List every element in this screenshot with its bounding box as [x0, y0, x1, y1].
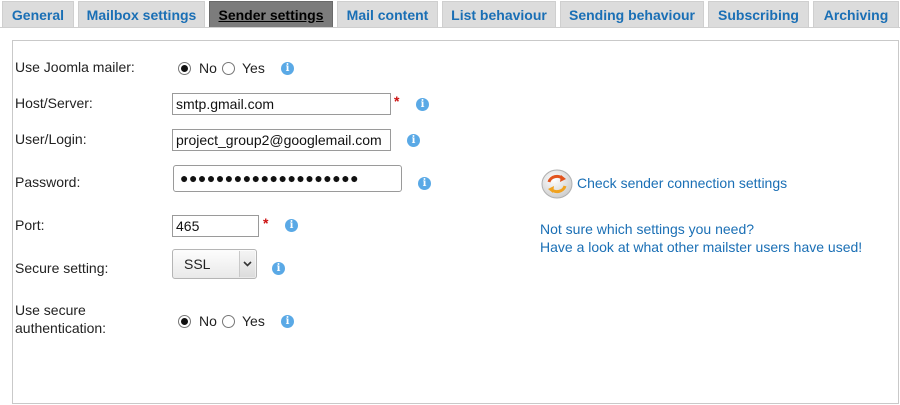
tab-mailbox-settings[interactable]: Mailbox settings [78, 1, 205, 27]
info-icon[interactable]: i [416, 98, 429, 111]
joomla-mailer-yes-radio[interactable] [222, 62, 235, 75]
tab-subscribing[interactable]: Subscribing [708, 1, 809, 27]
info-icon[interactable]: i [418, 177, 431, 190]
password-label: Password: [15, 174, 81, 190]
joomla-mailer-label: Use Joomla mailer: [15, 59, 135, 75]
secure-auth-yes-label: Yes [242, 313, 265, 329]
secure-setting-label: Secure setting: [15, 260, 109, 276]
required-marker: * [394, 93, 400, 109]
info-icon[interactable]: i [281, 62, 294, 75]
tab-divider [0, 27, 900, 28]
tab-archiving[interactable]: Archiving [813, 1, 899, 27]
info-icon[interactable]: i [407, 134, 420, 147]
help-link-line2[interactable]: Have a look at what other mailster users… [540, 238, 862, 256]
refresh-connection-icon[interactable] [541, 169, 573, 202]
tab-sending-behaviour[interactable]: Sending behaviour [560, 1, 704, 27]
password-input[interactable]: ●●●●●●●●●●●●●●●●●●●● [173, 165, 402, 192]
joomla-mailer-no-label: No [199, 60, 217, 76]
secure-setting-select[interactable]: SSL [172, 249, 257, 279]
secure-auth-no-radio[interactable] [178, 315, 191, 328]
user-label: User/Login: [15, 131, 87, 147]
tab-mail-content[interactable]: Mail content [337, 1, 438, 27]
chevron-down-icon[interactable] [239, 251, 255, 277]
secure-auth-no-label: No [199, 313, 217, 329]
host-input[interactable]: smtp.gmail.com [172, 93, 391, 115]
help-link-line1[interactable]: Not sure which settings you need? [540, 220, 754, 238]
secure-setting-value: SSL [184, 256, 211, 272]
user-input[interactable]: project_group2@googlemail.com [172, 129, 391, 151]
joomla-mailer-yes-label: Yes [242, 60, 265, 76]
tab-list-behaviour[interactable]: List behaviour [442, 1, 556, 27]
info-icon[interactable]: i [272, 262, 285, 275]
tab-bar: General Mailbox settings Sender settings… [0, 0, 900, 28]
sender-settings-panel [12, 40, 899, 404]
joomla-mailer-no-radio[interactable] [178, 62, 191, 75]
host-label: Host/Server: [15, 95, 93, 111]
port-label: Port: [15, 217, 45, 233]
info-icon[interactable]: i [285, 219, 298, 232]
tab-general[interactable]: General [2, 1, 74, 27]
secure-auth-label-line1: Use secure [15, 302, 86, 318]
info-icon[interactable]: i [281, 315, 294, 328]
tab-sender-settings[interactable]: Sender settings [209, 1, 333, 27]
check-connection-link[interactable]: Check sender connection settings [577, 174, 787, 192]
required-marker: * [263, 215, 269, 231]
secure-auth-yes-radio[interactable] [222, 315, 235, 328]
port-input[interactable]: 465 [172, 215, 259, 237]
secure-auth-label-line2: authentication: [15, 320, 107, 336]
